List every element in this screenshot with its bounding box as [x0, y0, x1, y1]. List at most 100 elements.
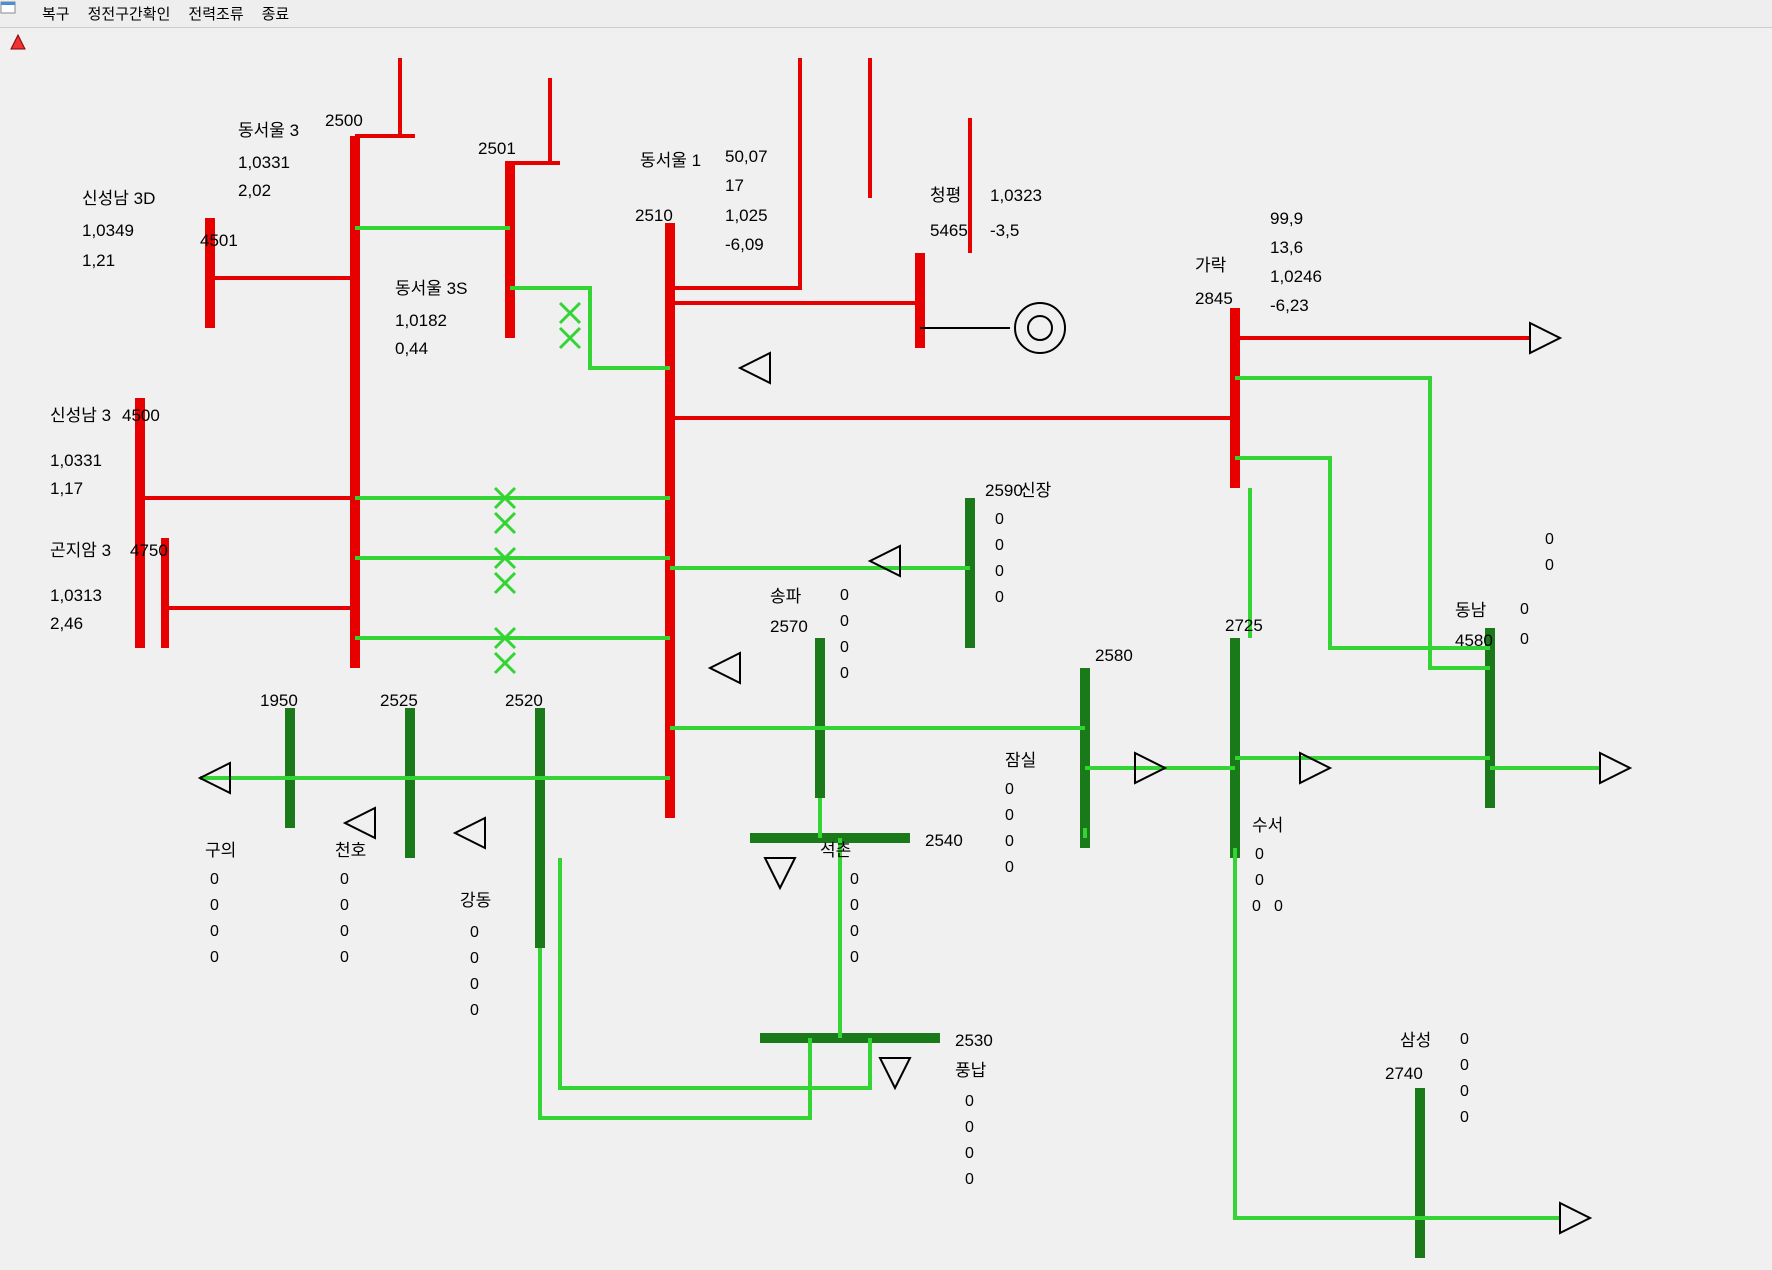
bus-dongseoul1-name: 동서울 1	[640, 148, 701, 174]
bus-samseong-v2: 0	[1460, 1054, 1469, 1078]
bus-guui-id: 1950	[260, 688, 298, 714]
bus-garak-v4: -6,23	[1270, 293, 1309, 319]
bus-pungnap-name: 풍납	[955, 1058, 986, 1084]
bus-pungnap-v4: 0	[965, 1168, 974, 1192]
bus-cheonho-v1: 0	[340, 868, 349, 892]
bus-dongseoul3s-name: 동서울 3S	[395, 276, 467, 302]
bus-dongseoul3-id: 2500	[325, 108, 363, 134]
bus-dongseoul3-name: 동서울 3	[238, 118, 299, 144]
bus-songpa-id: 2570	[770, 614, 808, 640]
bus-guui-v2: 0	[210, 894, 219, 918]
bus-cheongpyeong-name: 청평	[930, 183, 961, 209]
bus-dongseoul3s-id: 2501	[478, 136, 516, 162]
bus-cheongpyeong-id: 5465	[930, 218, 968, 244]
bus-sinseongnam3d-v: 1,0349	[82, 218, 134, 244]
menu-check-outage[interactable]: 정전구간확인	[88, 3, 171, 24]
bus-gangdong-v1: 0	[470, 921, 479, 945]
bus-gonjiam3-id: 4750	[130, 538, 168, 564]
bus-suseo-v3: 0	[1252, 895, 1261, 919]
bus-dongseoul3s-v: 1,0182	[395, 308, 447, 334]
bus-samseong-v3: 0	[1460, 1080, 1469, 1104]
bus-songpa-v3: 0	[840, 636, 849, 660]
bus-pungnap-id: 2530	[955, 1028, 993, 1054]
bus-seokchon-v1: 0	[850, 868, 859, 892]
bus-dongnam-v3: 0	[1520, 598, 1529, 622]
bus-suseo-v2: 0	[1255, 869, 1264, 893]
bus-cheonho-v3: 0	[340, 920, 349, 944]
bus-guui-v4: 0	[210, 946, 219, 970]
bus-gonjiam3-v: 1,0313	[50, 583, 102, 609]
bus-cheonho-v2: 0	[340, 894, 349, 918]
bus-dongnam-v1: 0	[1545, 528, 1554, 552]
bus-jamsil-v4: 0	[1005, 856, 1014, 880]
bus-dongseoul3s-p: 0,44	[395, 336, 428, 362]
bus-seokchon-v4: 0	[850, 946, 859, 970]
bus-seokchon-v3: 0	[850, 920, 859, 944]
bus-dongseoul1-v4: -6,09	[725, 232, 764, 258]
menu-power-flow[interactable]: 전력조류	[188, 3, 243, 24]
bus-seokchon-v2: 0	[850, 894, 859, 918]
bus-gangdong-v4: 0	[470, 999, 479, 1023]
bus-sinjang-id: 2590	[985, 478, 1023, 504]
bus-samseong-v1: 0	[1460, 1028, 1469, 1052]
bus-gangdong-v3: 0	[470, 973, 479, 997]
bus-dongseoul1-v2: 17	[725, 173, 744, 199]
bus-gonjiam3-name: 곤지암 3	[50, 538, 111, 564]
bus-jamsil-v2: 0	[1005, 804, 1014, 828]
bus-sinseongnam3-name: 신성남 3	[50, 403, 111, 429]
bus-garak-v1: 99,9	[1270, 206, 1303, 232]
bus-samseong-v4: 0	[1460, 1106, 1469, 1130]
bus-dongnam-v2: 0	[1545, 554, 1554, 578]
bus-garak-id: 2845	[1195, 286, 1233, 312]
bus-jamsil-v1: 0	[1005, 778, 1014, 802]
bus-gangdong-name: 강동	[460, 888, 491, 914]
bus-gangdong-v2: 0	[470, 947, 479, 971]
bus-guui-v3: 0	[210, 920, 219, 944]
bus-cheonho-name: 천호	[335, 838, 366, 864]
bus-dongnam-id: 4580	[1455, 628, 1493, 654]
bus-pungnap-v2: 0	[965, 1116, 974, 1140]
bus-sinjang-v3: 0	[995, 560, 1004, 584]
bus-cheongpyeong-p: -3,5	[990, 218, 1019, 244]
bus-jamsil-name: 잠실	[1005, 748, 1036, 774]
bus-garak-name: 가락	[1195, 253, 1226, 279]
bus-sinjang-v2: 0	[995, 534, 1004, 558]
bus-guui-name: 구의	[205, 838, 236, 864]
bus-sinseongnam3-p: 1,17	[50, 476, 83, 502]
bus-dongseoul1-v1: 50,07	[725, 144, 768, 170]
bus-sinjang-v4: 0	[995, 586, 1004, 610]
bus-seokchon-id: 2540	[925, 828, 963, 854]
bus-suseo-v1: 0	[1255, 843, 1264, 867]
bus-sinseongnam3-id: 4500	[122, 403, 160, 429]
bus-pungnap-v3: 0	[965, 1142, 974, 1166]
bus-suseo-v4: 0	[1274, 895, 1283, 919]
bus-gangdong-id: 2520	[505, 688, 543, 714]
bus-jamsil-v3: 0	[1005, 830, 1014, 854]
bus-samseong-id: 2740	[1385, 1061, 1423, 1087]
bus-sinseongnam3-v: 1,0331	[50, 448, 102, 474]
menubar: 복구 정전구간확인 전력조류 종료	[0, 0, 1772, 28]
bus-garak-v3: 1,0246	[1270, 264, 1322, 290]
app-icon	[6, 5, 24, 23]
bus-dongnam-v4: 0	[1520, 628, 1529, 652]
bus-dongseoul3-v: 1,0331	[238, 150, 290, 176]
bus-sinseongnam3d-id: 4501	[200, 228, 238, 254]
diagram-canvas: 신성남 3D 1,0349 1,21 4501 신성남 3 4500 1,033…	[0, 28, 1772, 1270]
arrow-icon	[740, 353, 770, 383]
bus-pungnap-v1: 0	[965, 1090, 974, 1114]
menu-restore[interactable]: 복구	[42, 3, 70, 24]
bus-guui-v1: 0	[210, 868, 219, 892]
bus-songpa-v1: 0	[840, 584, 849, 608]
bus-cheonho-v4: 0	[340, 946, 349, 970]
bus-sinseongnam3d-name: 신성남 3D	[82, 186, 155, 212]
bus-songpa-v2: 0	[840, 610, 849, 634]
bus-dongseoul1-v3: 1,025	[725, 203, 768, 229]
bus-sinjang-v1: 0	[995, 508, 1004, 532]
bus-dongnam-name: 동남	[1455, 598, 1486, 624]
bus-sinseongnam3d-p: 1,21	[82, 248, 115, 274]
bus-samseong-name: 삼성	[1400, 1028, 1431, 1054]
bus-cheongpyeong-v: 1,0323	[990, 183, 1042, 209]
bus-jamsil-id: 2580	[1095, 643, 1133, 669]
bus-suseo-name: 수서	[1252, 813, 1283, 839]
menu-exit[interactable]: 종료	[262, 3, 290, 24]
